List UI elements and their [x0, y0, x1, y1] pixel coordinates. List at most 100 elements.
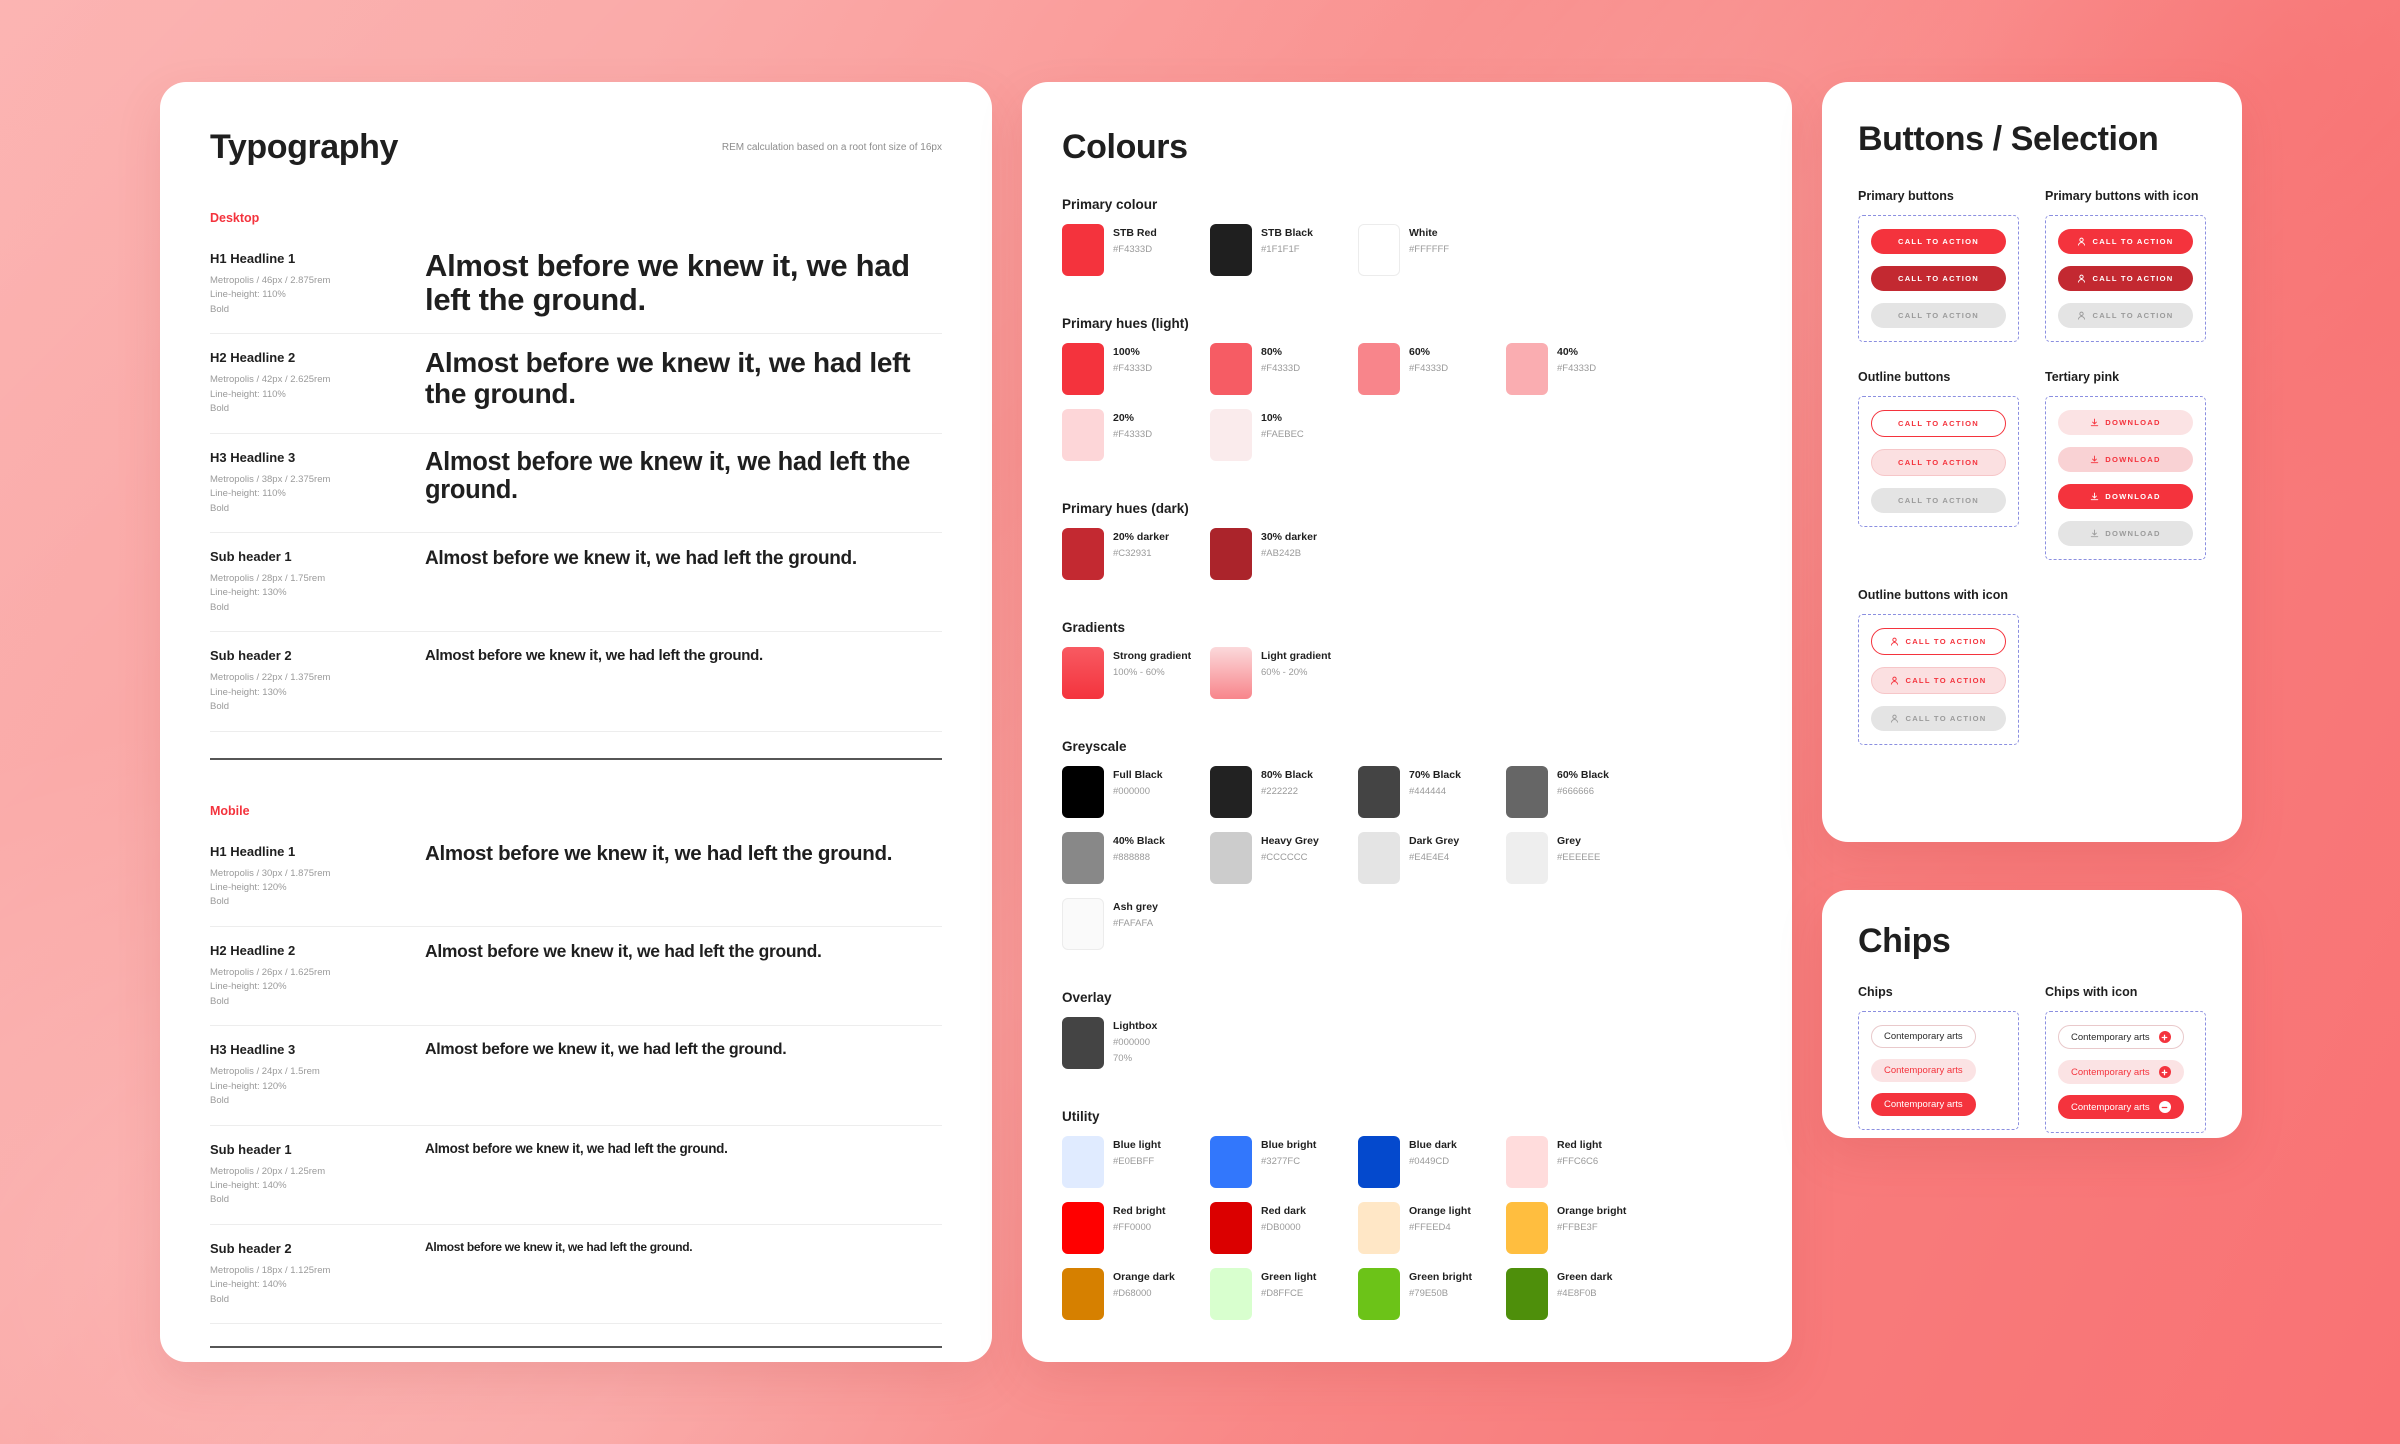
button-group-title: Outline buttons with icon	[1858, 588, 2008, 602]
button-group-frame: CALL TO ACTION CALL TO ACTION CALL TO ACTI…	[2045, 215, 2206, 342]
typography-sample-text: Almost before we knew it, we had left th…	[425, 647, 763, 665]
typography-sample-text: Almost before we knew it, we had left th…	[425, 940, 822, 961]
colour-swatch-chip	[1062, 647, 1104, 699]
call-to-action-button[interactable]: DOWNLOAD	[2058, 410, 2193, 435]
colour-swatch-name: 10%	[1261, 412, 1283, 424]
plus-icon[interactable]	[2158, 1066, 2171, 1078]
call-to-action-button[interactable]: CALL TO ACTION	[2058, 303, 2193, 328]
colour-swatch-text: Heavy Grey #CCCCCC	[1261, 832, 1319, 865]
person-icon	[1890, 714, 1899, 723]
typography-spec-line-height: Line-height: 130%	[210, 686, 287, 698]
colour-swatch-chip	[1062, 898, 1104, 950]
colour-swatch: Grey #EEEEEE	[1506, 832, 1654, 884]
colour-swatch-text: Red bright #FF0000	[1113, 1202, 1166, 1235]
call-to-action-button[interactable]: CALL TO ACTION	[1871, 303, 2006, 328]
typography-spec-font: Metropolis / 38px / 2.375rem	[210, 473, 331, 485]
call-to-action-button[interactable]: CALL TO ACTION	[1871, 229, 2006, 254]
typography-row-meta: Sub header 1 Metropolis / 28px / 1.75rem L…	[210, 547, 425, 615]
button-group: Outline buttons CALL TO ACTION CALL TO ACT…	[1858, 370, 2019, 560]
colour-swatch-hex: #FAFAFA	[1113, 917, 1154, 929]
colour-swatch-hex: #E0EBFF	[1113, 1155, 1155, 1167]
colour-swatch-hex: #666666	[1557, 785, 1594, 797]
chip[interactable]: Contemporary arts	[2058, 1095, 2184, 1119]
colour-group-title: Greyscale	[1062, 739, 1127, 754]
colour-swatch-grid: STB Red #F4333D STB Black #1F1F1F White #FFFF…	[1062, 224, 1752, 290]
plus-icon[interactable]	[2158, 1031, 2171, 1043]
typography-sample-text: Almost before we knew it, we had left th…	[425, 1239, 693, 1254]
call-to-action-button[interactable]: CALL TO ACTION	[1871, 266, 2006, 291]
chip-label: Contemporary arts	[2071, 1031, 2150, 1043]
call-to-action-button[interactable]: CALL TO ACTION	[1871, 410, 2006, 437]
colour-swatch-name: Green bright	[1409, 1271, 1473, 1283]
call-to-action-button[interactable]: CALL TO ACTION	[2058, 266, 2193, 291]
colour-swatch-chip	[1506, 1268, 1548, 1320]
typography-row: H3 Headline 3 Metropolis / 38px / 2.375re…	[210, 434, 942, 533]
call-to-action-button[interactable]: CALL TO ACTION	[1871, 488, 2006, 513]
button-label: CALL TO ACTION	[1897, 496, 1980, 505]
button-row-3-spacer	[2045, 588, 2206, 745]
typography-spec-line-height: Line-height: 140%	[210, 1179, 287, 1191]
colour-swatch-text: Green bright #79E50B	[1409, 1268, 1472, 1301]
minus-icon[interactable]	[2158, 1101, 2171, 1113]
colour-swatch-name: 30% darker	[1261, 531, 1318, 543]
colour-swatch-name: Green dark	[1557, 1271, 1613, 1283]
colour-swatch-name: Full Black	[1113, 769, 1163, 781]
colour-swatch-chip	[1210, 766, 1252, 818]
call-to-action-button[interactable]: CALL TO ACTION	[1871, 628, 2006, 655]
colour-swatch-name: 70% Black	[1409, 769, 1461, 781]
typography-style-name: Sub header 1	[210, 548, 292, 564]
colour-swatch-grid: Lightbox #000000 70%	[1062, 1017, 1752, 1083]
call-to-action-button[interactable]: CALL TO ACTION	[1871, 667, 2006, 694]
chip[interactable]: Contemporary arts	[1871, 1059, 1976, 1082]
typography-spec-weight: Bold	[210, 601, 230, 613]
typography-card: Typography REM calculation based on a ro…	[160, 82, 992, 1362]
colour-group-title: Primary hues (light)	[1062, 316, 1189, 331]
typography-row-meta: Sub header 2 Metropolis / 18px / 1.125rem…	[210, 1239, 425, 1307]
chip-group: Chips with icon Contemporary arts Contempo…	[2045, 985, 2206, 1133]
call-to-action-button[interactable]: CALL TO ACTION	[1871, 449, 2006, 476]
chip[interactable]: Contemporary arts	[1871, 1093, 1976, 1116]
button-label: CALL TO ACTION	[2092, 274, 2174, 283]
colour-swatch-chip	[1210, 1136, 1252, 1188]
person-icon	[1890, 676, 1899, 685]
colour-swatch-grid: 20% darker #C32931 30% darker #AB242B	[1062, 528, 1752, 594]
colour-swatch-hex: 100% - 60%	[1113, 666, 1165, 678]
call-to-action-button[interactable]: DOWNLOAD	[2058, 447, 2193, 472]
colour-swatch-hex: #D8FFCE	[1261, 1287, 1304, 1299]
colour-swatch-text: Blue light #E0EBFF	[1113, 1136, 1161, 1169]
button-label: DOWNLOAD	[2105, 529, 2161, 538]
typography-style-name: H2 Headline 2	[210, 942, 296, 958]
colour-swatch-hex: #79E50B	[1409, 1287, 1449, 1299]
colour-swatch: Green light #D8FFCE	[1210, 1268, 1358, 1320]
button-label: CALL TO ACTION	[1897, 458, 1980, 467]
typography-sample-text: Almost before we knew it, we had left th…	[425, 447, 911, 504]
colour-swatch-name: Heavy Grey	[1261, 835, 1319, 847]
button-label: CALL TO ACTION	[1897, 237, 1980, 246]
call-to-action-button[interactable]: DOWNLOAD	[2058, 484, 2193, 509]
colour-swatch-text: Orange bright #FFBE3F	[1557, 1202, 1626, 1235]
typography-row-meta: Sub header 2 Metropolis / 22px / 1.375rem…	[210, 646, 425, 714]
chip[interactable]: Contemporary arts	[2058, 1025, 2184, 1049]
button-group: Outline buttons with icon CALL TO ACTION C…	[1858, 588, 2019, 745]
button-label: CALL TO ACTION	[1897, 311, 1980, 320]
colour-swatch-hex: #4E8F0B	[1557, 1287, 1597, 1299]
call-to-action-button[interactable]: CALL TO ACTION	[1871, 706, 2006, 731]
typography-sample-text: Almost before we knew it, we had left th…	[425, 248, 910, 318]
chip[interactable]: Contemporary arts	[2058, 1060, 2184, 1084]
colour-swatch-name: Lightbox	[1113, 1020, 1158, 1032]
colour-swatch-text: 80% #F4333D	[1261, 343, 1300, 376]
typography-sample-text: Almost before we knew it, we had left th…	[425, 547, 857, 569]
typography-row: H1 Headline 1 Metropolis / 46px / 2.875re…	[210, 235, 942, 335]
colour-swatch-hex: #0449CD	[1409, 1155, 1450, 1167]
chip[interactable]: Contemporary arts	[1871, 1025, 1976, 1048]
call-to-action-button[interactable]: DOWNLOAD	[2058, 521, 2193, 546]
call-to-action-button[interactable]: CALL TO ACTION	[2058, 229, 2193, 254]
colour-swatch-hex: #000000	[1113, 785, 1150, 797]
section-divider	[210, 1346, 942, 1349]
colour-swatch-text: 60% #F4333D	[1409, 343, 1448, 376]
colour-swatch-name: Orange bright	[1557, 1205, 1627, 1217]
colour-swatch-chip	[1506, 832, 1548, 884]
colour-swatch-chip	[1062, 1136, 1104, 1188]
button-group: Primary buttons with icon CALL TO ACTION C…	[2045, 189, 2206, 342]
colour-swatch-chip	[1210, 832, 1252, 884]
